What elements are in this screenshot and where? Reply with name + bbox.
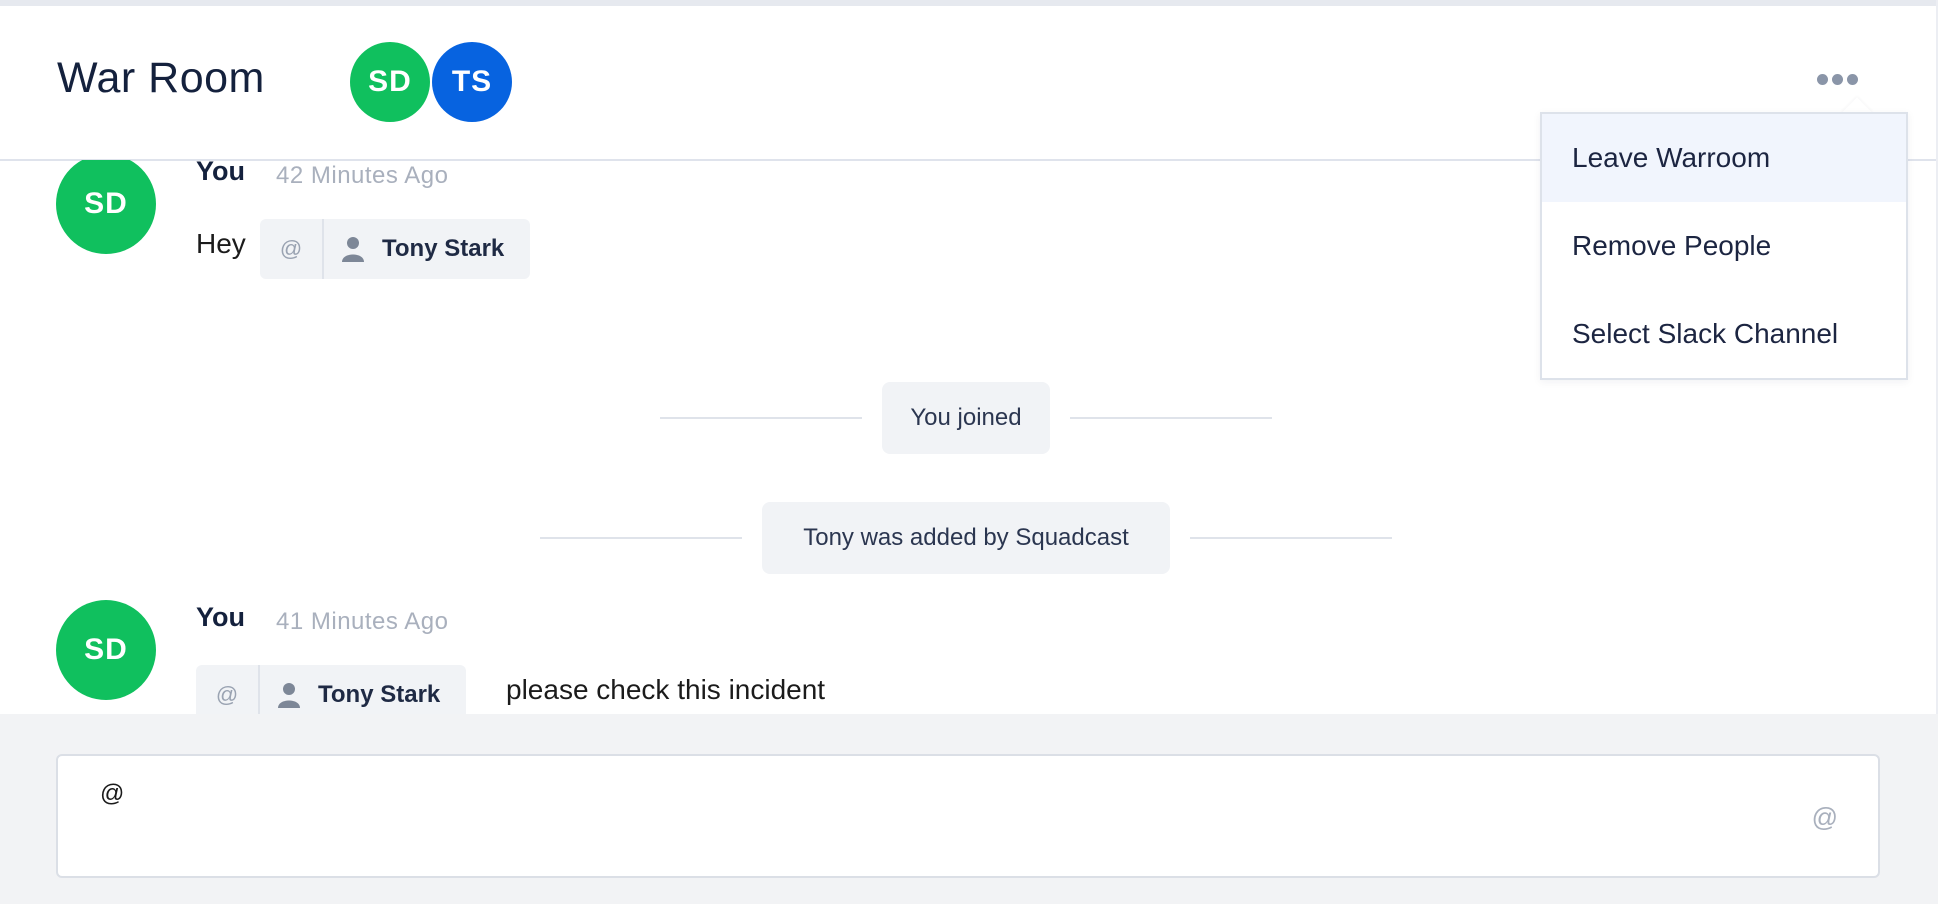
- menu-item-select-slack-channel[interactable]: Select Slack Channel: [1542, 290, 1906, 378]
- page-title: War Room: [57, 54, 265, 102]
- at-icon: @: [196, 665, 260, 714]
- divider: [540, 537, 742, 539]
- divider: [660, 417, 862, 419]
- message-text: please check this incident: [506, 674, 826, 705]
- user-icon: [278, 682, 300, 708]
- mention-name: Tony Stark: [318, 681, 441, 708]
- mention-chip[interactable]: @ Tony Stark: [196, 665, 467, 714]
- at-icon: @: [260, 219, 324, 279]
- message-text: Hey: [196, 228, 246, 259]
- composer-area: @ @: [0, 714, 1938, 904]
- system-event: You joined: [660, 382, 1272, 454]
- system-event-pill: You joined: [882, 382, 1050, 454]
- message-timestamp: 42 Minutes Ago: [276, 162, 449, 189]
- system-event: Tony was added by Squadcast: [540, 502, 1392, 574]
- system-event-pill: Tony was added by Squadcast: [762, 502, 1170, 574]
- menu-item-leave-warroom[interactable]: Leave Warroom: [1542, 114, 1906, 202]
- user-icon: [342, 236, 364, 262]
- avatar: SD: [56, 160, 156, 254]
- message-author: You: [196, 602, 245, 632]
- dot: [1831, 73, 1843, 85]
- avatar: SD: [56, 600, 156, 700]
- more-options-icon[interactable]: [1812, 68, 1862, 90]
- menu-item-remove-people[interactable]: Remove People: [1542, 202, 1906, 290]
- participant-avatar-ts[interactable]: TS: [432, 42, 512, 122]
- message-input[interactable]: @ @: [56, 754, 1880, 878]
- mention-icon[interactable]: @: [1812, 802, 1838, 833]
- message-input-value[interactable]: @: [100, 780, 124, 808]
- divider: [1190, 537, 1392, 539]
- options-menu: Leave Warroom Remove People Select Slack…: [1540, 112, 1908, 380]
- message-timestamp: 41 Minutes Ago: [276, 608, 449, 635]
- mention-chip[interactable]: @ Tony Stark: [260, 219, 531, 279]
- message-author: You: [196, 160, 245, 186]
- mention-name: Tony Stark: [382, 235, 505, 262]
- dot: [1846, 73, 1858, 85]
- dot: [1816, 73, 1828, 85]
- divider: [1070, 417, 1272, 419]
- participant-avatar-sd[interactable]: SD: [350, 42, 430, 122]
